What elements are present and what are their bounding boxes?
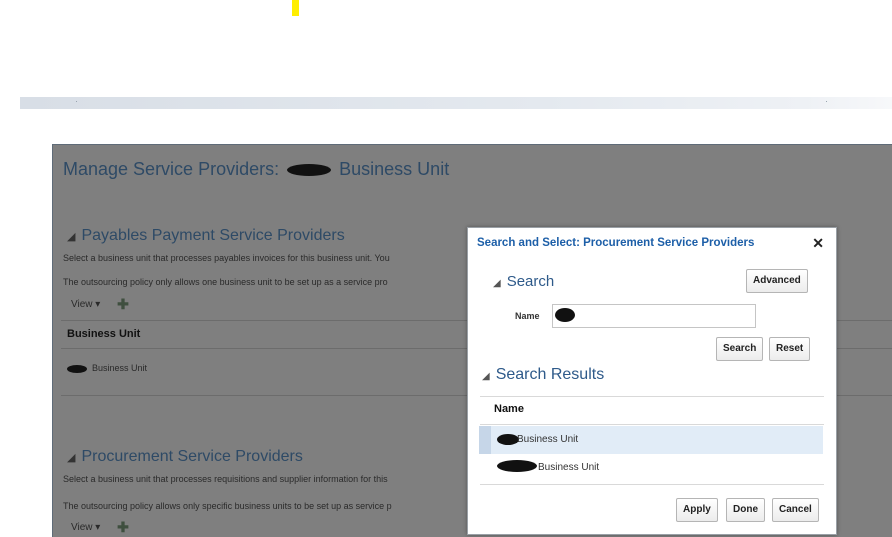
plus-icon[interactable]: ✚: [117, 296, 129, 312]
dialog-title: Search and Select: Procurement Service P…: [477, 237, 755, 249]
name-field-label: Name: [515, 311, 540, 321]
redacted-mark: [497, 434, 519, 445]
search-results-title: Search Results: [495, 366, 605, 383]
reset-button[interactable]: Reset: [769, 337, 811, 361]
chevron-down-icon: ▾: [95, 299, 101, 311]
results-row[interactable]: Business Unit: [479, 426, 823, 454]
band-dot: [76, 101, 77, 102]
advanced-button[interactable]: Advanced: [746, 269, 808, 293]
apply-button[interactable]: Apply: [676, 498, 718, 522]
row-selector[interactable]: [479, 426, 491, 454]
search-section-header[interactable]: ◢ Search: [493, 273, 554, 290]
procurement-section-header[interactable]: ◢ Procurement Service Providers: [67, 448, 303, 466]
close-icon[interactable]: ✕: [812, 235, 824, 252]
procurement-description: Select a business unit that processes re…: [63, 474, 388, 484]
results-name-cell: Business Unit: [538, 462, 600, 473]
page-title-suffix: Business Unit: [339, 159, 450, 179]
band-dot: [826, 101, 827, 102]
search-results-header[interactable]: ◢ Search Results: [482, 366, 604, 384]
redacted-mark: [555, 308, 575, 322]
business-unit-column-header[interactable]: Business Unit: [67, 328, 140, 340]
collapse-triangle-icon[interactable]: ◢: [482, 371, 490, 382]
collapse-triangle-icon[interactable]: ◢: [67, 231, 75, 243]
divider: [480, 396, 824, 397]
redacted-mark: [287, 164, 332, 177]
results-name-cell: Business Unit: [517, 434, 579, 445]
collapse-triangle-icon[interactable]: ◢: [67, 452, 75, 464]
chevron-down-icon: ▾: [95, 522, 101, 534]
payables-toolbar: View ▾ ✚: [71, 296, 129, 313]
results-name-column-header[interactable]: Name: [486, 403, 830, 415]
procurement-section-title: Procurement Service Providers: [81, 448, 303, 465]
search-select-dialog: Search and Select: Procurement Service P…: [467, 227, 837, 535]
page-title-text: Manage Service Providers:: [63, 159, 280, 179]
payables-section-header[interactable]: ◢ Payables Payment Service Providers: [67, 227, 345, 245]
plus-icon[interactable]: ✚: [117, 519, 129, 535]
divider: [480, 424, 824, 425]
name-search-input[interactable]: [552, 304, 756, 328]
view-menu-label: View: [71, 299, 93, 311]
cancel-button[interactable]: Cancel: [772, 498, 819, 522]
view-menu[interactable]: View ▾: [71, 299, 100, 310]
collapse-triangle-icon[interactable]: ◢: [493, 278, 501, 289]
search-button[interactable]: Search: [716, 337, 764, 361]
search-section-title: Search: [506, 273, 555, 290]
highlight-mark: [292, 0, 299, 16]
procurement-toolbar: View ▾ ✚: [71, 519, 129, 536]
payables-policy-note: The outsourcing policy only allows one b…: [63, 277, 388, 287]
header-band: [20, 97, 892, 109]
redacted-mark: [497, 460, 537, 472]
view-menu-label: View: [71, 522, 93, 534]
page-title: Manage Service Providers: Business Unit: [63, 159, 449, 180]
payables-section-title: Payables Payment Service Providers: [81, 227, 345, 244]
results-row[interactable]: Business Unit: [479, 454, 823, 482]
table-row[interactable]: Business Unit: [67, 363, 147, 373]
payables-description: Select a business unit that processes pa…: [63, 253, 390, 263]
redacted-mark: [67, 364, 87, 373]
procurement-policy-note: The outsourcing policy allows only speci…: [63, 501, 392, 511]
business-unit-cell: Business Unit: [92, 363, 148, 373]
view-menu[interactable]: View ▾: [71, 522, 100, 533]
done-button[interactable]: Done: [726, 498, 765, 522]
divider: [480, 484, 824, 485]
